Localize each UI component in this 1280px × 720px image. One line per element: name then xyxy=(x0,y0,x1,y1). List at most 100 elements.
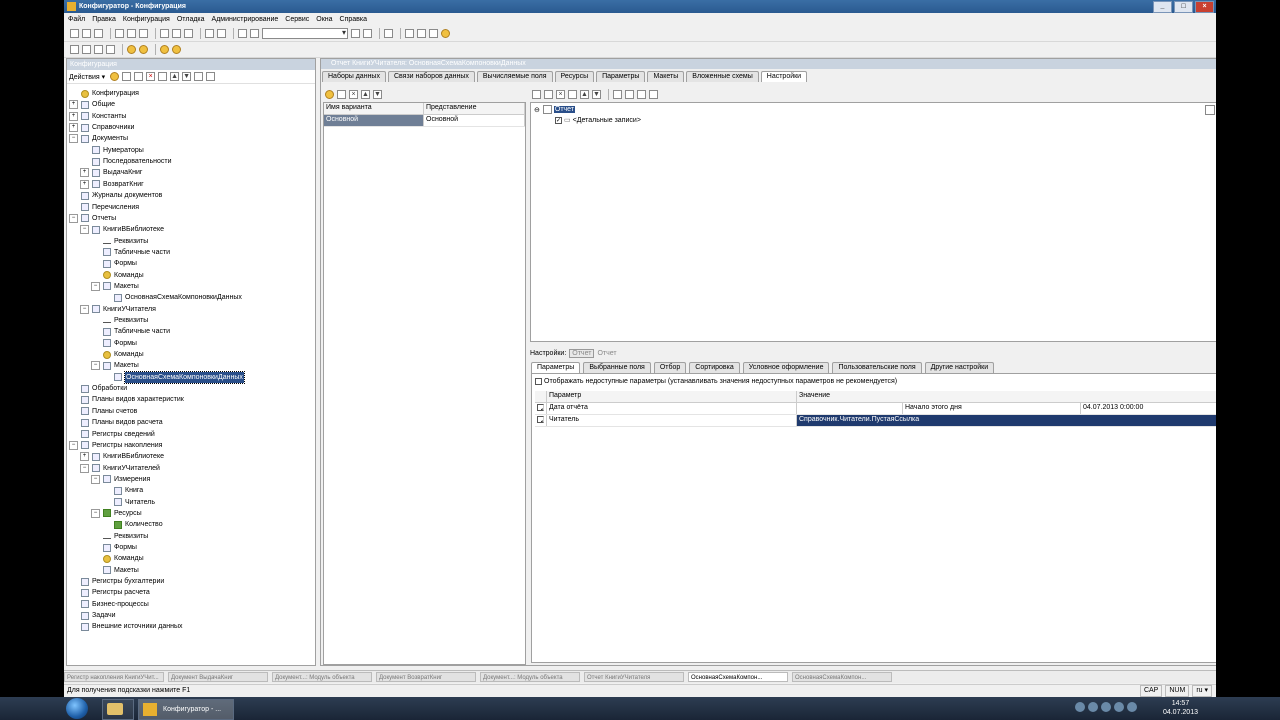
variant-name-cell[interactable]: Основной xyxy=(324,115,424,126)
tray-update-icon[interactable] xyxy=(1101,702,1111,712)
sort-icon[interactable] xyxy=(194,72,204,81)
settings-reset-icon[interactable] xyxy=(649,89,658,99)
tree-item[interactable]: + Константы xyxy=(69,111,126,122)
tree-item[interactable]: Формы xyxy=(91,338,137,349)
delete-icon[interactable] xyxy=(184,29,193,38)
find-prev-icon[interactable] xyxy=(363,29,372,38)
tab-filter[interactable]: Отбор xyxy=(653,362,687,373)
tree-item[interactable]: ОсновнаяСхемаКомпоновкиДанных xyxy=(102,292,242,303)
param-checkbox[interactable]: ✓ xyxy=(537,416,544,423)
table-row[interactable]: Основной Основной xyxy=(324,115,525,127)
menu-help[interactable]: Справка xyxy=(340,16,367,23)
filter-icon[interactable] xyxy=(206,72,216,81)
collapse-icon[interactable]: ⊖ xyxy=(534,106,540,114)
tree-item[interactable]: Планы счетов xyxy=(69,406,137,417)
param-name-cell[interactable]: Читатель xyxy=(547,415,797,426)
menu-windows[interactable]: Окна xyxy=(316,16,332,23)
tree-item[interactable]: − КнигиУЧитателей xyxy=(80,463,160,474)
tree-item[interactable]: Задачи xyxy=(69,610,116,621)
debug-start-icon[interactable] xyxy=(127,45,136,54)
copy-icon[interactable] xyxy=(127,29,136,38)
tree-item[interactable]: Планы видов характеристик xyxy=(69,394,184,405)
tree-item[interactable]: Перечисления xyxy=(69,202,139,213)
structure-detail-records[interactable]: ✓ ▭ <Детальные записи> xyxy=(555,116,641,124)
tab-selected-fields[interactable]: Выбранные поля xyxy=(583,362,651,373)
window-strip-item[interactable]: Регистр накопления КнигиУЧит... xyxy=(64,672,164,682)
tree-expander-icon[interactable]: + xyxy=(80,179,89,189)
tree-item[interactable]: − Документы xyxy=(69,133,128,144)
debug-stop-icon[interactable] xyxy=(172,45,181,54)
minimize-button[interactable]: _ xyxy=(1153,1,1172,13)
copy-variant-icon[interactable] xyxy=(337,89,346,99)
tab-conditional-appearance[interactable]: Условное оформление xyxy=(742,362,830,373)
settings-arrange-icon[interactable] xyxy=(637,89,646,99)
tray-antivirus-icon[interactable] xyxy=(1088,702,1098,712)
explorer-taskbar-button[interactable] xyxy=(102,699,134,720)
properties-grouping-icon[interactable] xyxy=(568,89,577,99)
param-period-cell[interactable]: Начало этого дня xyxy=(903,403,1081,414)
add-icon[interactable] xyxy=(110,72,120,81)
tree-item[interactable]: − Регистры накопления xyxy=(69,440,162,451)
maximize-button[interactable]: □ xyxy=(1174,1,1193,13)
menu-administration[interactable]: Администрирование xyxy=(212,16,279,23)
tree-item[interactable]: − Макеты xyxy=(91,281,139,292)
move-up-icon[interactable]: ▲ xyxy=(170,72,180,81)
menu-edit[interactable]: Правка xyxy=(92,16,116,23)
tree-item[interactable]: − КнигиВБиблиотеке xyxy=(80,224,164,235)
configurator-taskbar-button[interactable]: Конфигуратор - ... xyxy=(138,699,234,720)
properties-icon[interactable] xyxy=(158,72,168,81)
tree-expander-icon[interactable]: + xyxy=(69,100,78,110)
add-grouping-icon[interactable] xyxy=(532,89,541,99)
tree-item[interactable]: + ВыдачаКниг xyxy=(80,167,142,178)
menu-configuration[interactable]: Конфигурация xyxy=(123,16,170,23)
tree-item[interactable]: Формы xyxy=(91,542,137,553)
menu-debug[interactable]: Отладка xyxy=(177,16,205,23)
delete-grouping-icon[interactable]: × xyxy=(556,89,565,99)
menu-file[interactable]: Файл xyxy=(68,16,85,23)
window-strip-item[interactable]: Отчет КнигиУЧитателя xyxy=(584,672,684,682)
tab-params[interactable]: Параметры xyxy=(531,362,581,373)
param-date-cell[interactable]: 04.07.2013 0:00:00 xyxy=(1081,403,1216,414)
tree-item[interactable]: Команды xyxy=(91,349,144,360)
tree-item[interactable]: Команды xyxy=(91,553,144,564)
print-icon[interactable] xyxy=(160,29,169,38)
table-row[interactable]: ✓ Дата отчёта Начало этого дня 04.07.201… xyxy=(535,403,1216,415)
tree-item[interactable]: + ВозвратКниг xyxy=(80,179,144,190)
tree-item[interactable]: Формы xyxy=(91,258,137,269)
tree-item[interactable]: − Отчеты xyxy=(69,213,116,224)
clock[interactable]: 14:57 04.07.2013 xyxy=(1163,699,1198,717)
tree-item[interactable]: Макеты xyxy=(91,565,139,576)
tree-item[interactable]: Нумераторы xyxy=(80,145,144,156)
show-unavailable-checkbox[interactable] xyxy=(535,378,542,385)
tree-expander-icon[interactable]: − xyxy=(91,361,100,371)
debug-step-icon[interactable] xyxy=(160,45,169,54)
add-variant-icon[interactable] xyxy=(325,89,334,99)
column-parameter[interactable]: Параметр xyxy=(547,391,797,402)
tree-expander-icon[interactable]: − xyxy=(69,213,78,223)
config-tree-icon[interactable] xyxy=(70,45,79,54)
tree-expander-icon[interactable]: − xyxy=(80,304,89,314)
debug-run-icon[interactable] xyxy=(139,45,148,54)
structure-root[interactable]: ⊖ Отчет xyxy=(534,105,576,114)
tools-icon[interactable] xyxy=(405,29,414,38)
grouping-up-icon[interactable]: ▲ xyxy=(580,89,589,99)
tree-item[interactable]: Бизнес-процессы xyxy=(69,599,149,610)
db-update-icon[interactable] xyxy=(94,45,103,54)
tree-expander-icon[interactable]: + xyxy=(80,452,89,462)
tree-expander-icon[interactable]: − xyxy=(69,440,78,450)
tree-item[interactable]: Табличные части xyxy=(91,326,170,337)
tab-data-set-links[interactable]: Связи наборов данных xyxy=(387,71,475,82)
tree-expander-icon[interactable]: − xyxy=(80,463,89,473)
tree-expander-icon[interactable]: − xyxy=(91,281,100,291)
window-strip-item[interactable]: Документ...: Модуль объекта xyxy=(272,672,372,682)
close-button[interactable]: × xyxy=(1195,1,1214,13)
actions-menu[interactable]: Действия ▾ xyxy=(69,73,105,81)
tab-parameters[interactable]: Параметры xyxy=(596,71,646,82)
tree-item[interactable]: Последовательности xyxy=(80,156,172,167)
variant-up-icon[interactable]: ▲ xyxy=(361,89,370,99)
tab-settings[interactable]: Настройки xyxy=(760,71,808,82)
tree-expander-icon[interactable]: − xyxy=(80,225,89,235)
search-combo[interactable] xyxy=(262,28,348,39)
tree-item[interactable]: Количество xyxy=(102,519,163,530)
detail-records-checkbox[interactable]: ✓ xyxy=(555,116,562,124)
